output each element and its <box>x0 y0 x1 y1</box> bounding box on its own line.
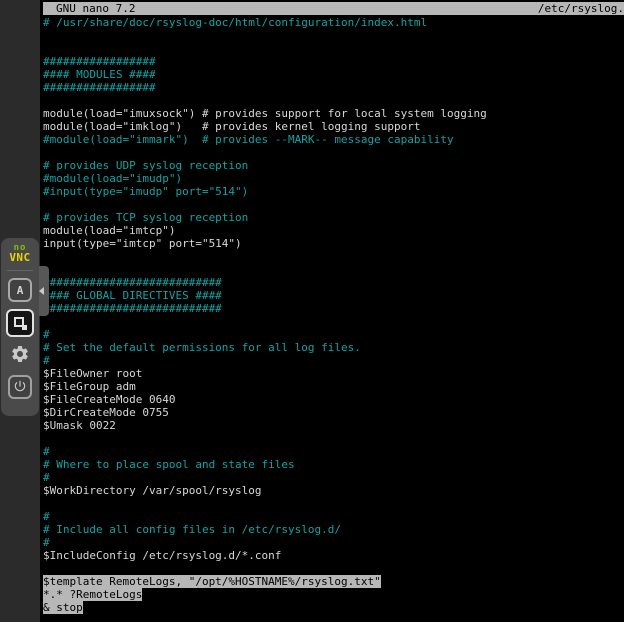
editor-line: $FileCreateMode 0640 <box>43 393 621 406</box>
novnc-logo-vnc: VNC <box>1 253 39 263</box>
editor-line: ########################### <box>43 276 621 289</box>
nano-titlebar: GNU nano 7.2 /etc/rsyslog. <box>43 2 624 15</box>
fullscreen-icon <box>14 317 27 330</box>
nano-filename-label: /etc/rsyslog. <box>538 2 624 15</box>
editor-line: # <box>43 445 621 458</box>
editor-line <box>43 562 621 575</box>
editor-line: ########################### <box>43 302 621 315</box>
power-icon <box>13 378 27 397</box>
nano-version-label: GNU nano 7.2 <box>43 2 135 15</box>
editor-line: $Umask 0022 <box>43 419 621 432</box>
terminal-editor-area[interactable]: # /usr/share/doc/rsyslog-doc/html/config… <box>43 16 621 614</box>
editor-line: & stop <box>43 601 621 614</box>
extra-keys-button[interactable]: A <box>8 278 32 302</box>
toolbar-divider <box>7 270 33 271</box>
editor-line: # /usr/share/doc/rsyslog-doc/html/config… <box>43 16 621 29</box>
editor-line: # <box>43 354 621 367</box>
editor-lines: # /usr/share/doc/rsyslog-doc/html/config… <box>43 16 621 614</box>
editor-line: #module(load="immark") # provides --MARK… <box>43 133 621 146</box>
editor-line: ################# <box>43 55 621 68</box>
editor-line: $WorkDirectory /var/spool/rsyslog <box>43 484 621 497</box>
editor-line: $FileOwner root <box>43 367 621 380</box>
editor-line: # Where to place spool and state files <box>43 458 621 471</box>
collapse-left-arrow-icon <box>39 287 44 295</box>
editor-line: #input(type="imudp" port="514") <box>43 185 621 198</box>
editor-line <box>43 497 621 510</box>
editor-line <box>43 250 621 263</box>
editor-line: #module(load="imudp") <box>43 172 621 185</box>
editor-line: module(load="imtcp") <box>43 224 621 237</box>
editor-line: $IncludeConfig /etc/rsyslog.d/*.conf <box>43 549 621 562</box>
editor-line: $DirCreateMode 0755 <box>43 406 621 419</box>
editor-line: # Include all config files in /etc/rsysl… <box>43 523 621 536</box>
editor-line <box>43 198 621 211</box>
editor-line: #### GLOBAL DIRECTIVES #### <box>43 289 621 302</box>
editor-line: # provides UDP syslog reception <box>43 159 621 172</box>
settings-button[interactable] <box>8 344 32 368</box>
editor-line <box>43 146 621 159</box>
novnc-control-bar: no VNC A <box>1 238 39 416</box>
gear-icon <box>10 344 30 368</box>
editor-line: module(load="imuxsock") # provides suppo… <box>43 107 621 120</box>
editor-line <box>43 94 621 107</box>
editor-line: #### MODULES #### <box>43 68 621 81</box>
editor-line: *.* ?RemoteLogs <box>43 588 621 601</box>
editor-line: ################# <box>43 81 621 94</box>
editor-line <box>43 263 621 276</box>
novnc-logo: no VNC <box>1 243 39 263</box>
keyboard-a-icon: A <box>17 284 24 297</box>
editor-line: $FileGroup adm <box>43 380 621 393</box>
disconnect-button[interactable] <box>8 375 32 399</box>
editor-line: # Set the default permissions for all lo… <box>43 341 621 354</box>
editor-line: # <box>43 536 621 549</box>
editor-line <box>43 29 621 42</box>
editor-line: $template RemoteLogs, "/opt/%HOSTNAME%/r… <box>43 575 621 588</box>
editor-line: input(type="imtcp" port="514") <box>43 237 621 250</box>
editor-line <box>43 315 621 328</box>
editor-line: # <box>43 471 621 484</box>
fullscreen-button[interactable] <box>6 309 34 337</box>
editor-line <box>43 42 621 55</box>
editor-line: module(load="imklog") # provides kernel … <box>43 120 621 133</box>
editor-line: # <box>43 328 621 341</box>
editor-line: # provides TCP syslog reception <box>43 211 621 224</box>
editor-line: # <box>43 510 621 523</box>
editor-line <box>43 432 621 445</box>
